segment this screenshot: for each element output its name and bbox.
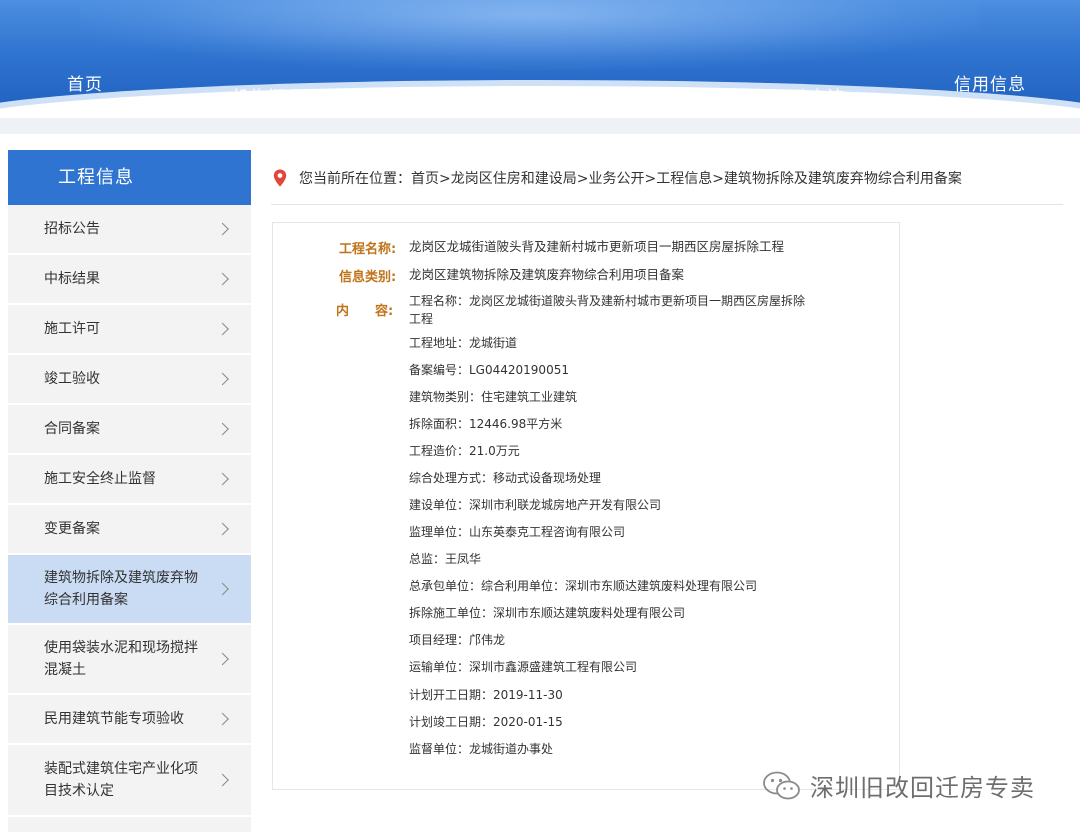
sidebar-item-label: 变更备案 xyxy=(44,521,100,537)
breadcrumb-text[interactable]: 您当前所在位置：首页>龙岗区住房和建设局>业务公开>工程信息>建筑物拆除及建筑废… xyxy=(299,168,962,188)
chevron-right-icon xyxy=(216,222,229,236)
content-line: 拆除施工单位：深圳市东顺达建筑废料处理有限公司 xyxy=(409,606,686,620)
sidebar-item-label-line2: 目技术认定 xyxy=(44,783,114,799)
content-line: 运输单位：深圳市鑫源盛建筑工程有限公司 xyxy=(409,660,638,674)
chevron-right-icon xyxy=(216,712,229,726)
content-line: 总承包单位：综合利用单位：深圳市东顺达建筑废料处理有限公司 xyxy=(409,579,758,593)
chevron-right-icon xyxy=(216,322,229,336)
content-line: 备案编号：LG04420190051 xyxy=(409,363,569,377)
nav-about[interactable]: 机构概况 xyxy=(232,83,304,108)
sidebar-item-label: 装配式建筑住宅产业化项 目技术认定 xyxy=(44,758,198,802)
sidebar-item-construction-permit[interactable]: 施工许可 xyxy=(8,305,251,355)
content-line: 监督单位：龙城街道办事处 xyxy=(409,742,554,756)
project-name-value: 龙岗区龙城街道陂头背及建新村城市更新项目一期西区房屋拆除工程 xyxy=(409,239,785,254)
nav-interaction[interactable]: 互动交流 xyxy=(773,83,845,108)
chevron-right-icon xyxy=(216,773,229,787)
chevron-right-icon xyxy=(216,422,229,436)
content-line: 项目经理：邝伟龙 xyxy=(409,633,506,647)
sidebar-item-prefab-certification[interactable]: 装配式建筑住宅产业化项 目技术认定 xyxy=(8,745,251,817)
content-first-entry-line1: 工程名称：龙岗区龙城街道陂头背及建新村城市更新项目一期西区房屋拆除 xyxy=(409,294,806,308)
chevron-right-icon xyxy=(216,652,229,666)
chevron-right-icon xyxy=(216,582,229,596)
wechat-icon xyxy=(763,771,800,799)
sidebar-item-label: 施工安全终止监督 xyxy=(44,471,156,487)
nav-gov-services[interactable]: 政务服务 xyxy=(593,83,665,108)
banner-decoration xyxy=(80,0,980,70)
breadcrumb: 您当前所在位置：首页>龙岗区住房和建设局>业务公开>工程信息>建筑物拆除及建筑废… xyxy=(271,152,1063,205)
watermark-text: 深圳旧改回迁房专卖 xyxy=(810,774,1035,802)
content-line: 建设单位：深圳市利联龙城房地产开发有限公司 xyxy=(409,498,662,512)
sidebar-item-completion-acceptance[interactable]: 竣工验收 xyxy=(8,355,251,405)
content-label: 内 容: xyxy=(336,304,394,319)
content-line: 工程地址：龙城街道 xyxy=(409,336,518,350)
info-category-value: 龙岗区建筑物拆除及建筑废弃物综合利用项目备案 xyxy=(409,267,685,282)
sidebar-item-bid-notice[interactable]: 招标公告 xyxy=(8,205,251,255)
sidebar-item-label-line2: 综合利用备案 xyxy=(44,592,128,608)
chevron-right-icon xyxy=(216,472,229,486)
nav-home[interactable]: 首页 xyxy=(67,70,103,95)
sidebar-item-safety-supervision[interactable]: 施工安全终止监督 xyxy=(8,455,251,505)
sidebar-item-label: 建筑物拆除及建筑废弃物 综合利用备案 xyxy=(44,567,198,611)
info-category-label: 信息类别: xyxy=(339,270,397,285)
content-line: 建筑物类别：住宅建筑工业建筑 xyxy=(409,390,578,404)
sidebar-item-label: 民用建筑节能专项验收 xyxy=(44,711,184,727)
sidebar-item-energy-acceptance[interactable]: 民用建筑节能专项验收 xyxy=(8,695,251,745)
content-line: 计划竣工日期：2020-01-15 xyxy=(409,715,563,729)
chevron-right-icon xyxy=(216,522,229,536)
sidebar-item-bagged-cement[interactable]: 使用袋装水泥和现场搅拌 混凝土 xyxy=(8,625,251,695)
sidebar-item-label-line1: 建筑物拆除及建筑废弃物 xyxy=(44,570,198,586)
content-first-entry-line2: 工程 xyxy=(409,312,434,326)
sidebar-item-demolition-filing[interactable]: 建筑物拆除及建筑废弃物 综合利用备案 xyxy=(8,555,251,625)
content-line: 拆除面积：12446.98平方米 xyxy=(409,417,563,431)
sidebar-item-label: 中标结果 xyxy=(44,271,100,287)
nav-info-disclosure[interactable]: 信息公开 xyxy=(412,83,484,108)
header-separator xyxy=(0,118,1080,134)
sidebar-item-label: 使用袋装水泥和现场搅拌 混凝土 xyxy=(44,637,198,681)
nav-credit-info[interactable]: 信用信息 xyxy=(954,70,1026,95)
content-line: 综合处理方式：移动式设备现场处理 xyxy=(409,471,602,485)
sidebar-item-label-line2: 混凝土 xyxy=(44,662,86,678)
sidebar-item-label: 招标公告 xyxy=(44,221,100,237)
sidebar-item-label-line1: 使用袋装水泥和现场搅拌 xyxy=(44,640,198,656)
chevron-right-icon xyxy=(216,272,229,286)
sidebar-item-label: 施工许可 xyxy=(44,321,100,337)
wechat-watermark: 深圳旧改回迁房专卖 xyxy=(762,768,1035,803)
content-line: 计划开工日期：2019-11-30 xyxy=(409,688,563,702)
content-line: 总监：王凤华 xyxy=(409,552,482,566)
sidebar-item-bid-result[interactable]: 中标结果 xyxy=(8,255,251,305)
header-banner: 首页 机构概况 信息公开 政务服务 互动交流 信用信息 xyxy=(0,0,1080,118)
content-first-entry: 工程名称：龙岗区龙城街道陂头背及建新村城市更新项目一期西区房屋拆除 工程 xyxy=(409,292,839,328)
chevron-right-icon xyxy=(216,372,229,386)
sidebar: 工程信息 招标公告 中标结果 施工许可 竣工验收 合同备案 施工安全终止监督 变… xyxy=(8,150,251,832)
sidebar-item-change-filing[interactable]: 变更备案 xyxy=(8,505,251,555)
sidebar-item-contract-filing[interactable]: 合同备案 xyxy=(8,405,251,455)
sidebar-item-label-line1: 装配式建筑住宅产业化项 xyxy=(44,761,198,777)
content-line: 监理单位：山东英泰克工程咨询有限公司 xyxy=(409,525,626,539)
location-pin-icon xyxy=(273,169,287,187)
sidebar-title: 工程信息 xyxy=(8,150,251,205)
project-name-label: 工程名称: xyxy=(339,242,397,257)
sidebar-item-label: 合同备案 xyxy=(44,421,100,437)
content-line: 工程造价：21.0万元 xyxy=(409,444,520,458)
sidebar-item-label: 竣工验收 xyxy=(44,371,100,387)
